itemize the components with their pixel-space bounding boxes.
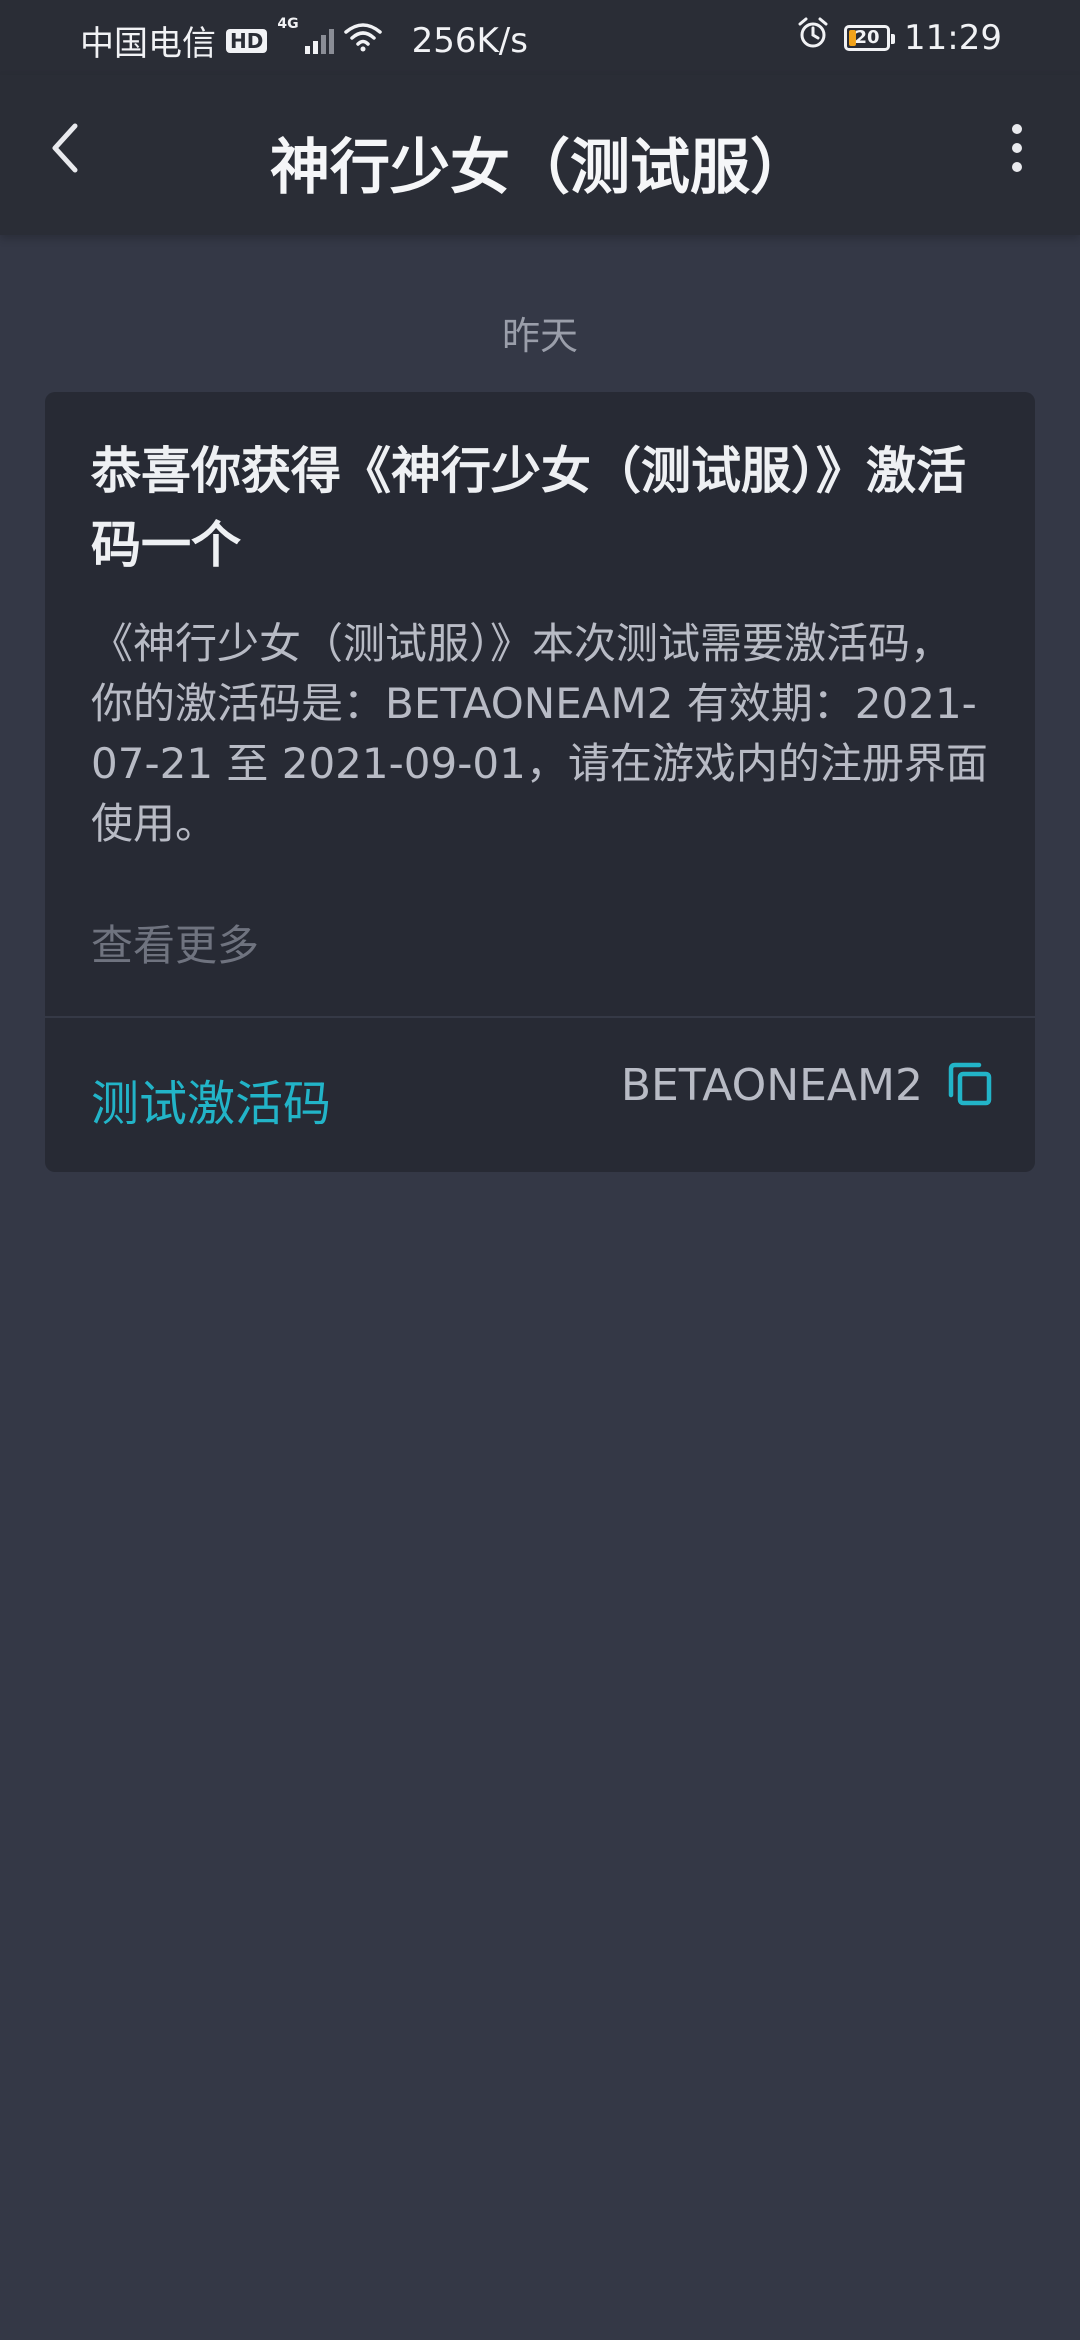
- clock-time: 11:29: [904, 17, 1002, 58]
- carrier-label: 中国电信: [80, 24, 216, 64]
- back-button[interactable]: [30, 115, 100, 185]
- activation-code-value[interactable]: BETAONEAM2: [621, 1060, 923, 1111]
- hd-badge: HD: [226, 28, 268, 53]
- network-type-label: 4G: [277, 16, 299, 32]
- app-bar: 神行少女（测试服）: [0, 75, 1080, 235]
- alarm-icon: [796, 16, 830, 59]
- more-vertical-icon: [1009, 123, 1025, 177]
- chevron-left-icon: [45, 120, 85, 180]
- more-options-button[interactable]: [982, 115, 1052, 185]
- status-bar: 中国电信 HD 4G 256K/s 20 11:29: [0, 0, 1080, 75]
- wifi-icon: [343, 21, 382, 61]
- message-date: 昨天: [501, 314, 578, 358]
- view-more-link[interactable]: 查看更多: [91, 912, 259, 973]
- copy-icon: [947, 1061, 993, 1111]
- status-right: 20 11:29: [796, 16, 1002, 59]
- activation-code-row: BETAONEAM2: [621, 1060, 995, 1111]
- network-speed: 256K/s: [411, 20, 528, 61]
- battery-level: 20: [854, 27, 880, 48]
- signal-icon: [304, 28, 334, 54]
- message-card: 恭喜你获得《神行少女（测试服）》激活码一个 《神行少女（测试服）》本次测试需要激…: [45, 392, 1035, 1172]
- status-left: 中国电信 HD 4G 256K/s: [80, 16, 528, 65]
- page-title: 神行少女（测试服）: [270, 133, 810, 203]
- activation-code-label: 测试激活码: [91, 1076, 332, 1132]
- card-divider: [45, 1016, 1035, 1018]
- message-body: 《神行少女（测试服）》本次测试需要激活码，你的激活码是：BETAONEAM2 有…: [91, 619, 988, 848]
- copy-button[interactable]: [945, 1061, 995, 1111]
- message-title: 恭喜你获得《神行少女（测试服）》激活码一个: [91, 442, 966, 574]
- battery-icon: 20: [844, 24, 896, 51]
